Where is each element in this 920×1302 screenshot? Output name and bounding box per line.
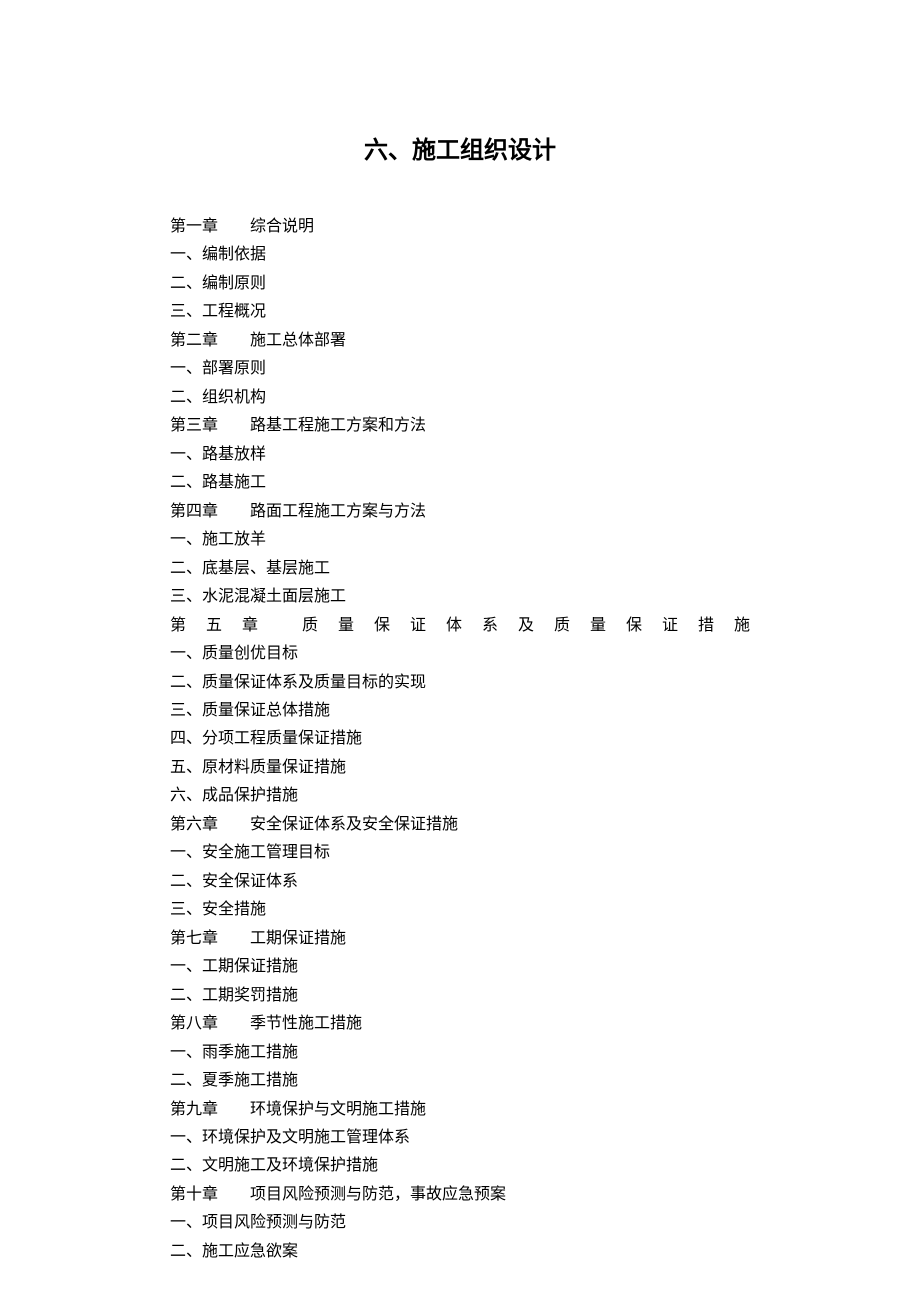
toc-chapter: 第九章 环境保护与文明施工措施: [170, 1096, 750, 1124]
toc-chapter-label: 第一章: [170, 213, 218, 241]
toc-chapter-title: 安全保证体系及安全保证措施: [250, 816, 458, 833]
toc-section: 三、质量保证总体措施: [170, 697, 750, 725]
toc-section: 三、工程概况: [170, 298, 750, 326]
toc-chapter-label: 第二章: [170, 327, 218, 355]
toc-section: 一、项目风险预测与防范: [170, 1209, 750, 1237]
toc-section: 一、质量创优目标: [170, 640, 750, 668]
toc-section: 二、路基施工: [170, 469, 750, 497]
toc-section: 三、安全措施: [170, 896, 750, 924]
toc-section: 一、环境保护及文明施工管理体系: [170, 1124, 750, 1152]
toc-section: 一、工期保证措施: [170, 953, 750, 981]
toc-section: 二、组织机构: [170, 384, 750, 412]
toc-section: 一、雨季施工措施: [170, 1039, 750, 1067]
toc-chapter-title: 路基工程施工方案和方法: [250, 417, 426, 434]
toc-section: 五、原材料质量保证措施: [170, 754, 750, 782]
toc-chapter-label: 第十章: [170, 1181, 218, 1209]
toc-section: 二、夏季施工措施: [170, 1067, 750, 1095]
toc-chapter: 第三章 路基工程施工方案和方法: [170, 412, 750, 440]
toc-chapter-label: 第九章: [170, 1096, 218, 1124]
toc-chapter: 第五章 质量保证体系及质量保证措施: [170, 612, 750, 640]
toc-section: 二、文明施工及环境保护措施: [170, 1152, 750, 1180]
toc-chapter-label: 第六章: [170, 811, 218, 839]
toc-chapter: 第二章 施工总体部署: [170, 327, 750, 355]
toc-chapter: 第七章 工期保证措施: [170, 925, 750, 953]
toc-chapter-label: 第七章: [170, 925, 218, 953]
toc-chapter: 第一章 综合说明: [170, 213, 750, 241]
toc-chapter-label: 第八章: [170, 1010, 218, 1038]
toc-chapter-title: 路面工程施工方案与方法: [250, 503, 426, 520]
toc-chapter-title: 工期保证措施: [250, 930, 346, 947]
toc-section: 一、施工放羊: [170, 526, 750, 554]
toc-section: 一、安全施工管理目标: [170, 839, 750, 867]
document-title: 六、施工组织设计: [170, 130, 750, 165]
toc-section: 三、水泥混凝土面层施工: [170, 583, 750, 611]
toc-chapter-label: 第三章: [170, 412, 218, 440]
toc-chapter: 第八章 季节性施工措施: [170, 1010, 750, 1038]
toc-section: 二、安全保证体系: [170, 868, 750, 896]
toc-section: 二、编制原则: [170, 270, 750, 298]
toc-section: 二、质量保证体系及质量目标的实现: [170, 669, 750, 697]
toc-section: 四、分项工程质量保证措施: [170, 725, 750, 753]
toc-section: 二、施工应急欲案: [170, 1238, 750, 1266]
toc-section: 一、路基放样: [170, 441, 750, 469]
toc-section: 六、成品保护措施: [170, 782, 750, 810]
toc-section: 二、底基层、基层施工: [170, 555, 750, 583]
toc-chapter-title: 项目风险预测与防范，事故应急预案: [250, 1186, 506, 1203]
toc-chapter: 第四章 路面工程施工方案与方法: [170, 498, 750, 526]
toc-section: 二、工期奖罚措施: [170, 982, 750, 1010]
toc-section: 一、部署原则: [170, 355, 750, 383]
toc-chapter-title: 季节性施工措施: [250, 1015, 362, 1032]
toc-chapter: 第六章 安全保证体系及安全保证措施: [170, 811, 750, 839]
toc-chapter-label: 第四章: [170, 498, 218, 526]
toc-chapter: 第十章 项目风险预测与防范，事故应急预案: [170, 1181, 750, 1209]
toc-chapter-title: 环境保护与文明施工措施: [250, 1101, 426, 1118]
toc-chapter-title: 综合说明: [250, 218, 314, 235]
table-of-contents: 第一章 综合说明 一、编制依据 二、编制原则 三、工程概况 第二章 施工总体部署 一…: [170, 213, 750, 1266]
toc-chapter-title: 施工总体部署: [250, 332, 346, 349]
toc-section: 一、编制依据: [170, 241, 750, 269]
